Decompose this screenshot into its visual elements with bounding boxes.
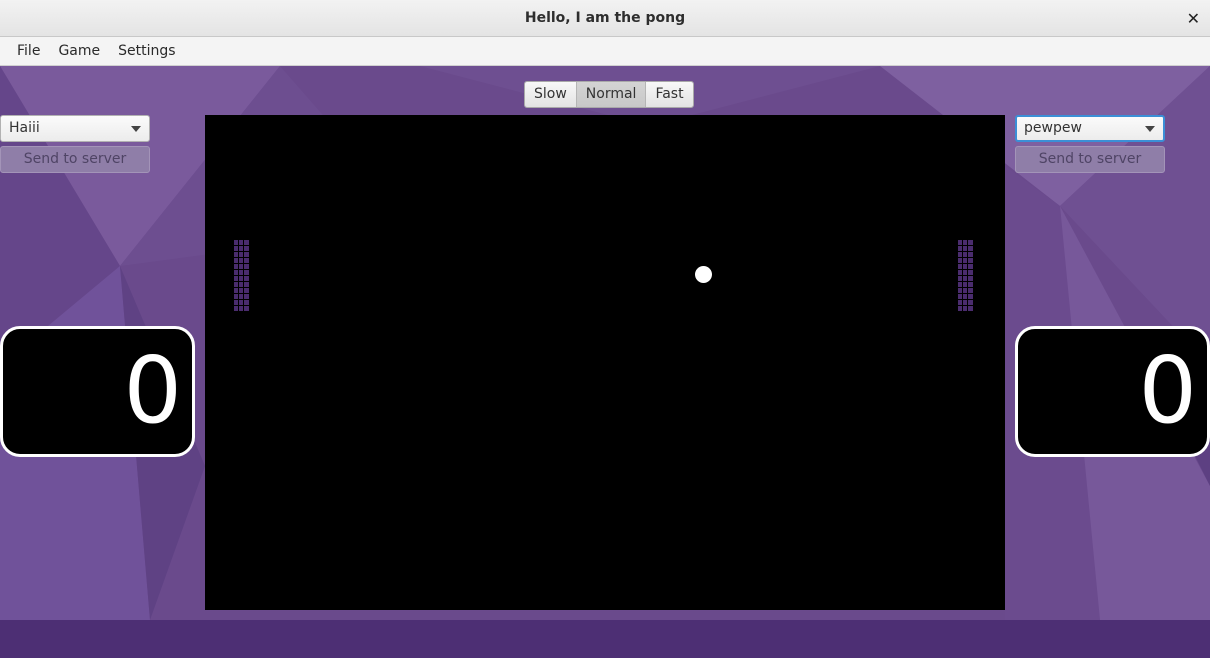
game-court[interactable] xyxy=(205,115,1005,610)
left-paddle xyxy=(234,240,250,311)
menu-settings[interactable]: Settings xyxy=(109,43,184,59)
chevron-down-icon xyxy=(1145,126,1155,132)
speed-slow-button[interactable]: Slow xyxy=(525,82,577,107)
menu-bar: File Game Settings xyxy=(0,37,1210,66)
left-send-to-server-button[interactable]: Send to server xyxy=(0,146,150,173)
right-score-value: 0 xyxy=(1138,337,1197,444)
right-player-name-value: pewpew xyxy=(1024,120,1082,136)
left-player-name-select[interactable]: Haiii xyxy=(0,115,150,142)
close-icon[interactable]: ✕ xyxy=(1187,0,1200,37)
status-bar xyxy=(0,620,1210,658)
menu-file[interactable]: File xyxy=(8,43,49,59)
chevron-down-icon xyxy=(131,126,141,132)
right-player-name-select[interactable]: pewpew xyxy=(1015,115,1165,142)
speed-toggle-group: Slow Normal Fast xyxy=(524,81,694,108)
left-player-name-value: Haiii xyxy=(9,120,40,136)
speed-normal-button[interactable]: Normal xyxy=(576,82,647,107)
left-score-value: 0 xyxy=(123,337,182,444)
right-score-display: 0 xyxy=(1015,326,1210,457)
right-send-to-server-button[interactable]: Send to server xyxy=(1015,146,1165,173)
speed-fast-button[interactable]: Fast xyxy=(646,82,693,107)
window-title: Hello, I am the pong xyxy=(524,10,686,26)
menu-game[interactable]: Game xyxy=(49,43,109,59)
right-paddle xyxy=(958,240,974,311)
title-bar: Hello, I am the pong ✕ xyxy=(0,0,1210,37)
left-score-display: 0 xyxy=(0,326,195,457)
ball xyxy=(695,266,712,283)
